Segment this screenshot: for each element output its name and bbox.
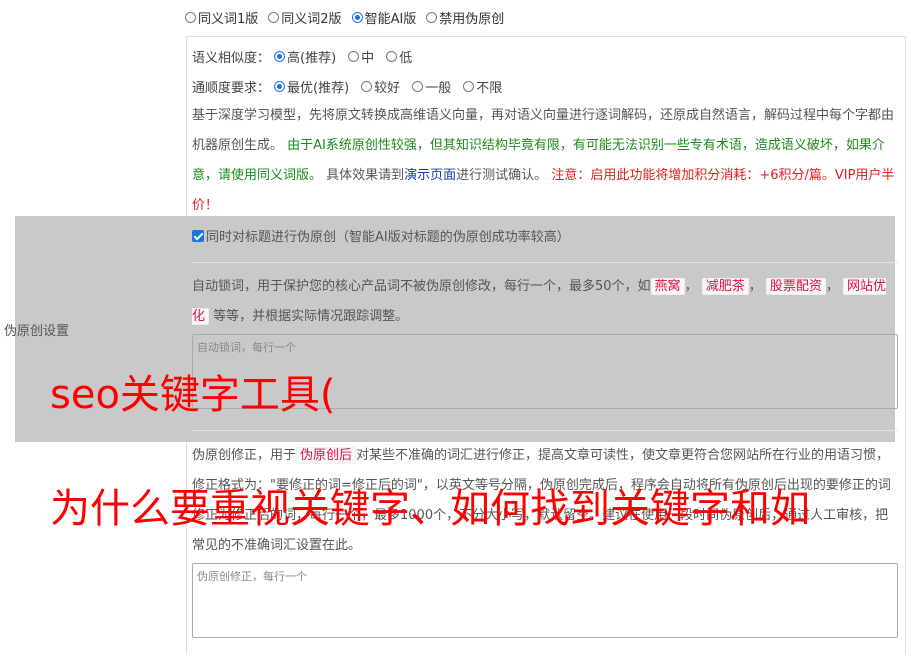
lock-description: 自动锁词，用于保护您的核心产品词不被伪原创修改，每行一个，最多50个，如 燕窝， …	[192, 278, 887, 325]
similarity-high[interactable]: 高(推荐)	[274, 47, 336, 66]
radio-icon[interactable]	[412, 81, 424, 92]
radio-icon[interactable]	[386, 51, 398, 62]
fluency-label: 通顺度要求：	[192, 81, 271, 96]
fluency-normal[interactable]: 一般	[412, 77, 451, 96]
similarity-label: 语义相似度：	[192, 51, 271, 66]
checkbox-checked-icon[interactable]	[192, 229, 204, 242]
overlay-title: seo关键字工具(	[50, 372, 336, 418]
overlay-subtitle: 为什么要重视关键字、如何找到关键字和如	[50, 486, 810, 532]
demo-page-link[interactable]: 演示页面	[404, 168, 456, 183]
radio-icon[interactable]	[185, 12, 196, 23]
divider	[192, 262, 898, 263]
fluency-good[interactable]: 较好	[361, 77, 400, 96]
radio-icon[interactable]	[463, 81, 475, 92]
similarity-low[interactable]: 低	[386, 47, 412, 66]
radio-icon[interactable]	[268, 12, 280, 23]
radio-checked-icon[interactable]	[274, 81, 286, 92]
example-tag: 伪原创后	[296, 447, 357, 464]
title-check-row[interactable]: 同时对标题进行伪原创（智能AI版对标题的伪原创成功率较高）	[192, 226, 570, 245]
radio-icon[interactable]	[426, 12, 438, 23]
fluency-row: 通顺度要求： 最优(推荐) 较好 一般 不限	[192, 77, 514, 96]
ai-description: 基于深度学习模型，先将原文转换成高维语义向量，再对语义向量进行逐词解码，还原成自…	[192, 108, 895, 213]
radio-icon[interactable]	[348, 51, 360, 62]
radio-checked-icon[interactable]	[274, 51, 286, 62]
example-tag: 燕窝	[650, 278, 685, 295]
fix-words-textarea[interactable]: 伪原创修正，每行一个	[192, 563, 898, 638]
fluency-any[interactable]: 不限	[463, 77, 502, 96]
mode-option-synonym2[interactable]: 同义词2版	[268, 8, 342, 27]
fluency-best[interactable]: 最优(推荐)	[274, 77, 349, 96]
radio-checked-icon[interactable]	[351, 12, 363, 23]
mode-radio-group: 同义词1版 同义词2版 智能AI版 禁用伪原创	[185, 8, 504, 27]
similarity-mid[interactable]: 中	[348, 47, 374, 66]
mode-option-synonym1[interactable]: 同义词1版	[185, 8, 258, 27]
mode-option-ai[interactable]: 智能AI版	[351, 8, 416, 27]
example-tag: 股票配资	[765, 278, 826, 295]
mode-option-disable[interactable]: 禁用伪原创	[426, 8, 504, 27]
side-label: 伪原创设置	[4, 324, 70, 339]
example-tag: 减肥茶	[701, 278, 749, 295]
divider	[192, 430, 898, 431]
similarity-row: 语义相似度： 高(推荐) 中 低	[192, 47, 424, 66]
radio-icon[interactable]	[361, 81, 373, 92]
